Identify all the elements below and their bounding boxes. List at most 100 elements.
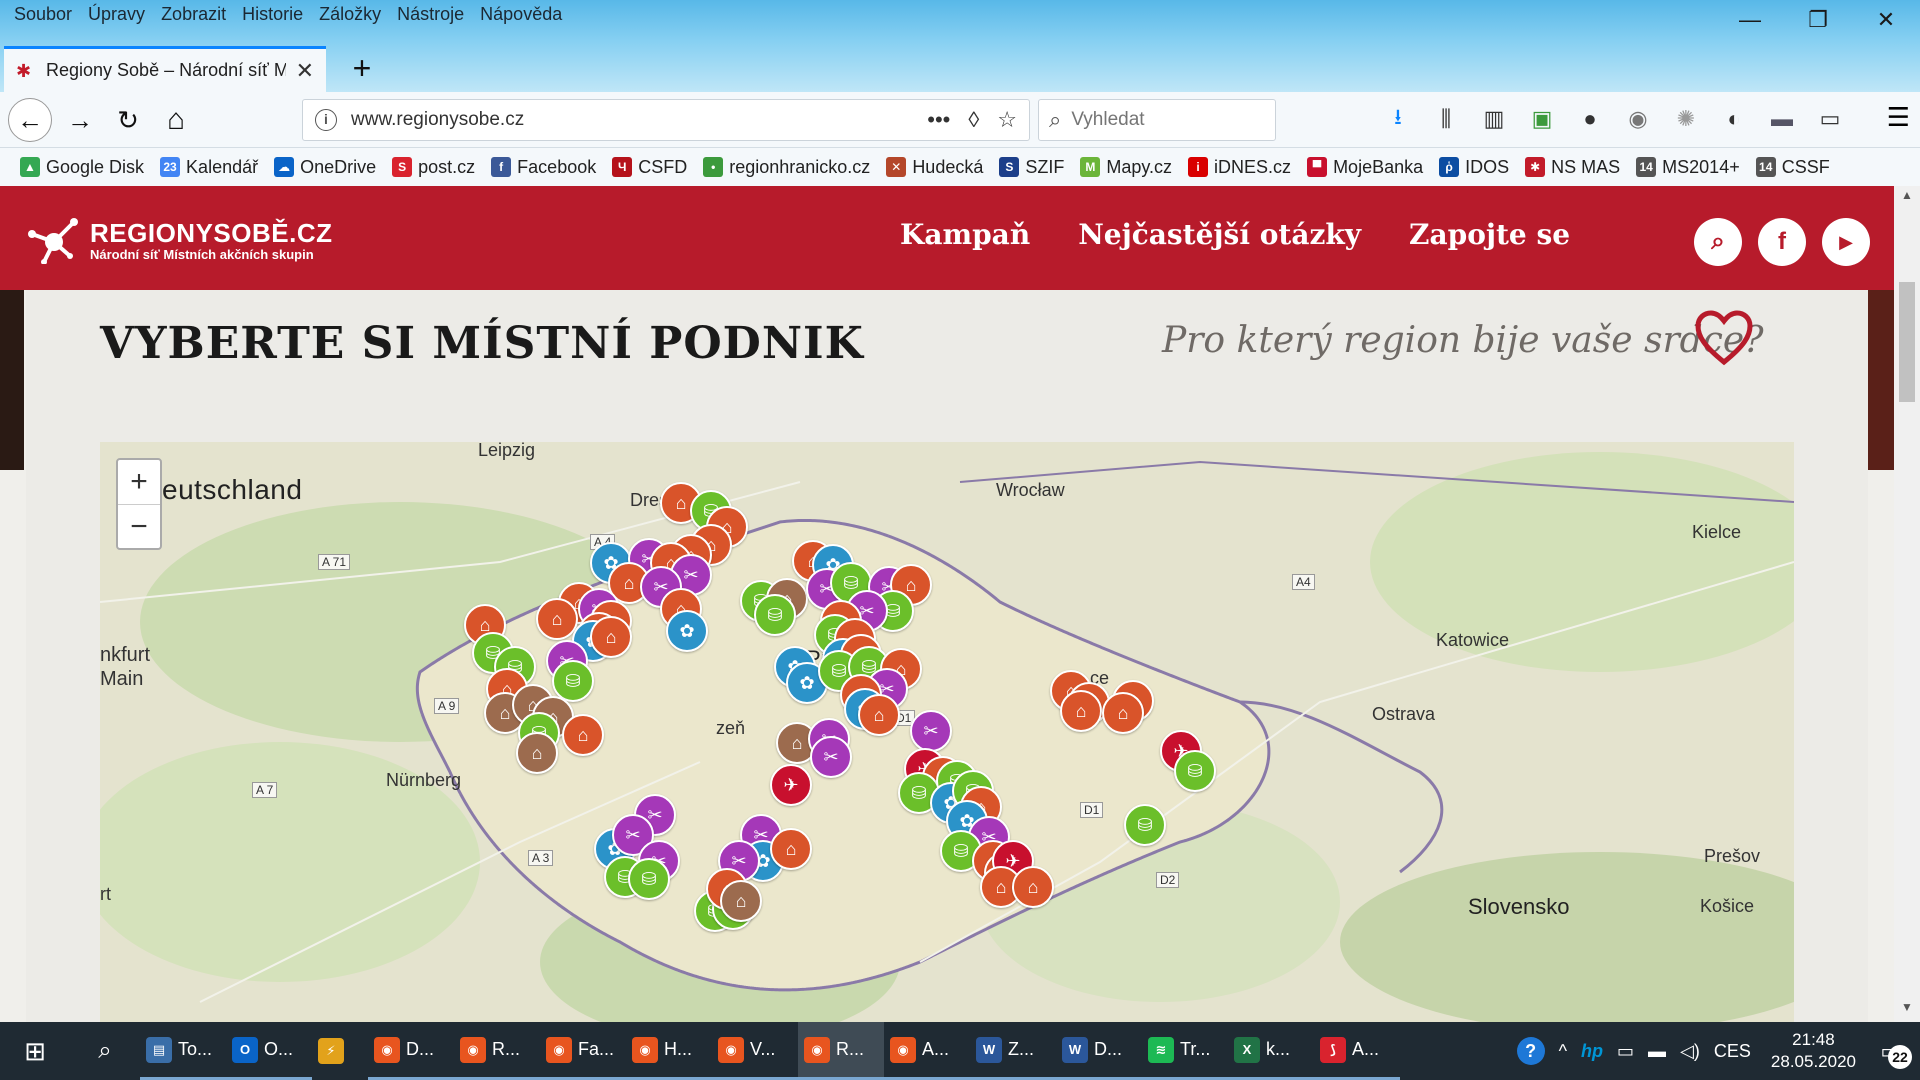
map-marker-green[interactable]: ⛁	[754, 594, 796, 636]
tab-close-icon[interactable]: ✕	[296, 58, 314, 84]
restore-button[interactable]: ❐	[1784, 0, 1852, 40]
bookmark-item[interactable]: ▲ Google Disk	[20, 157, 144, 178]
reader-icon[interactable]: ▭	[1816, 102, 1844, 136]
extension-5-icon[interactable]: ◐	[1720, 102, 1748, 136]
help-icon[interactable]: ?	[1516, 1037, 1545, 1065]
pocket-icon[interactable]: ◊	[968, 107, 979, 133]
start-button[interactable]: ⊞	[0, 1022, 70, 1080]
bookmark-item[interactable]: f Facebook	[491, 157, 596, 178]
taskbar-app[interactable]: ◉ V...	[712, 1022, 798, 1080]
map-marker-red[interactable]: ✈	[770, 764, 812, 806]
new-tab-button[interactable]: +	[344, 48, 380, 88]
tray-chevron-icon[interactable]: ^	[1559, 1041, 1567, 1062]
bookmark-item[interactable]: 14 MS2014+	[1636, 157, 1740, 178]
input-language[interactable]: CES	[1714, 1041, 1751, 1062]
facebook-icon[interactable]: f	[1758, 218, 1806, 266]
menu-zobrazit[interactable]: Zobrazit	[153, 3, 234, 25]
map-marker-orange[interactable]: ⌂	[1102, 692, 1144, 734]
address-bar[interactable]: i www.regionysobe.cz ••• ◊ ☆	[302, 99, 1030, 141]
battery-icon[interactable]: ▬	[1648, 1041, 1666, 1062]
youtube-icon[interactable]: ▶	[1822, 218, 1870, 266]
menu-soubor[interactable]: Soubor	[6, 3, 80, 25]
map-marker-green[interactable]: ⛁	[1124, 804, 1166, 846]
map-marker-orange[interactable]: ⌂	[770, 828, 812, 870]
taskbar-app[interactable]: ◉ D...	[368, 1022, 454, 1080]
page-scrollbar[interactable]: ▲ ▼	[1894, 186, 1920, 1022]
menu-napoveda[interactable]: Nápověda	[472, 3, 570, 25]
search-input[interactable]	[1071, 109, 1252, 131]
nav-kampan[interactable]: Kampaň	[900, 218, 1030, 251]
extension-3-icon[interactable]: ◉	[1624, 102, 1652, 136]
zoom-out-button[interactable]: −	[118, 504, 160, 548]
scroll-up-icon[interactable]: ▲	[1894, 188, 1920, 208]
download-icon[interactable]: ⭳	[1384, 102, 1412, 136]
taskbar-app[interactable]: ≋ Tr...	[1142, 1022, 1228, 1080]
bookmark-item[interactable]: 23 Kalendář	[160, 157, 258, 178]
zoom-in-button[interactable]: +	[118, 460, 160, 504]
map-marker-orange[interactable]: ⌂	[1060, 690, 1102, 732]
taskbar-app[interactable]: ◉ R...	[798, 1022, 884, 1080]
site-search-icon[interactable]: ⌕	[1694, 218, 1742, 266]
scroll-down-icon[interactable]: ▼	[1894, 1000, 1920, 1020]
extension-1-icon[interactable]: ▣	[1528, 102, 1556, 136]
heart-icon[interactable]	[1694, 310, 1754, 366]
page-actions-icon[interactable]: •••	[927, 107, 950, 133]
taskbar-app[interactable]: O O...	[226, 1022, 312, 1080]
home-button[interactable]: ⌂	[156, 100, 196, 140]
taskbar-app[interactable]: ⚡	[312, 1022, 368, 1080]
map-marker-purple[interactable]: ✂	[810, 736, 852, 778]
taskbar-app[interactable]: ⟆ A...	[1314, 1022, 1400, 1080]
taskbar-app[interactable]: ◉ R...	[454, 1022, 540, 1080]
url-text[interactable]: www.regionysobe.cz	[351, 109, 909, 131]
map-marker-orange[interactable]: ⌂	[562, 714, 604, 756]
bookmark-item[interactable]: Spost.cz	[392, 157, 475, 178]
clock[interactable]: 21:48 28.05.2020	[1771, 1029, 1856, 1073]
bookmark-item[interactable]: S SZIF	[999, 157, 1064, 178]
close-window-button[interactable]: ✕	[1852, 0, 1920, 40]
back-button[interactable]: ←	[8, 98, 52, 142]
network-icon[interactable]: ▭	[1617, 1041, 1634, 1062]
taskbar-app[interactable]: ▤ To...	[140, 1022, 226, 1080]
bookmark-item[interactable]: • regionhranicko.cz	[703, 157, 870, 178]
extension-4-icon[interactable]: ✺	[1672, 102, 1700, 136]
active-tab[interactable]: ✱ Regiony Sobě – Národní síť Mí ✕	[4, 46, 326, 92]
bookmark-star-icon[interactable]: ☆	[997, 107, 1017, 133]
taskbar-app[interactable]: ◉ H...	[626, 1022, 712, 1080]
menu-nastroje[interactable]: Nástroje	[389, 3, 472, 25]
taskbar-app[interactable]: ◉ Fa...	[540, 1022, 626, 1080]
map-marker-green[interactable]: ⛁	[1174, 750, 1216, 792]
map-marker-green[interactable]: ⛁	[628, 858, 670, 900]
taskbar-app[interactable]: Xk...	[1228, 1022, 1314, 1080]
scrollbar-thumb[interactable]	[1899, 282, 1915, 402]
bookmark-item[interactable]: ✕ Hudecká	[886, 157, 983, 178]
sidebar-icon[interactable]: ▥	[1480, 102, 1508, 136]
hamburger-menu-icon[interactable]: ☰	[1887, 102, 1910, 133]
notifications-button[interactable]: ▭ 22	[1870, 1031, 1912, 1071]
site-logo[interactable]: REGIONYSOBĚ.CZ Národní síť Místních akčn…	[26, 216, 332, 264]
bookmark-item[interactable]: ✱ NS MAS	[1525, 157, 1620, 178]
taskbar-app[interactable]: W Z...	[970, 1022, 1056, 1080]
hp-icon[interactable]: hp	[1581, 1041, 1603, 1062]
reload-button[interactable]: ↻	[108, 100, 148, 140]
volume-icon[interactable]: ◁)	[1680, 1041, 1700, 1062]
map-marker-orange[interactable]: ⌂	[1012, 866, 1054, 908]
bookmark-item[interactable]: M Mapy.cz	[1080, 157, 1172, 178]
bookmark-item[interactable]: 14 CSSF	[1755, 157, 1830, 178]
site-info-icon[interactable]: i	[315, 109, 337, 131]
map-marker-orange[interactable]: ⌂	[858, 694, 900, 736]
library-icon[interactable]: ⫼	[1432, 102, 1460, 136]
menu-historie[interactable]: Historie	[234, 3, 311, 25]
minimize-button[interactable]: —	[1716, 0, 1784, 40]
menu-upravy[interactable]: Úpravy	[80, 3, 153, 25]
bookmark-item[interactable]: ☁ OneDrive	[274, 157, 376, 178]
taskbar-app[interactable]: W D...	[1056, 1022, 1142, 1080]
nav-zapojte-se[interactable]: Zapojte se	[1409, 218, 1570, 251]
forward-button[interactable]: →	[60, 100, 100, 140]
taskbar-app[interactable]: ◉ A...	[884, 1022, 970, 1080]
nav-nejcastejsi-otazky[interactable]: Nejčastější otázky	[1078, 218, 1361, 251]
map-marker-brown[interactable]: ⌂	[720, 880, 762, 922]
taskbar-search-icon[interactable]: ⌕	[70, 1022, 140, 1080]
map[interactable]: Leipzig Dres Wrocław Kielce eutschland n…	[100, 442, 1794, 1022]
menu-zalozky[interactable]: Záložky	[311, 3, 389, 25]
map-marker-blue[interactable]: ✿	[666, 610, 708, 652]
